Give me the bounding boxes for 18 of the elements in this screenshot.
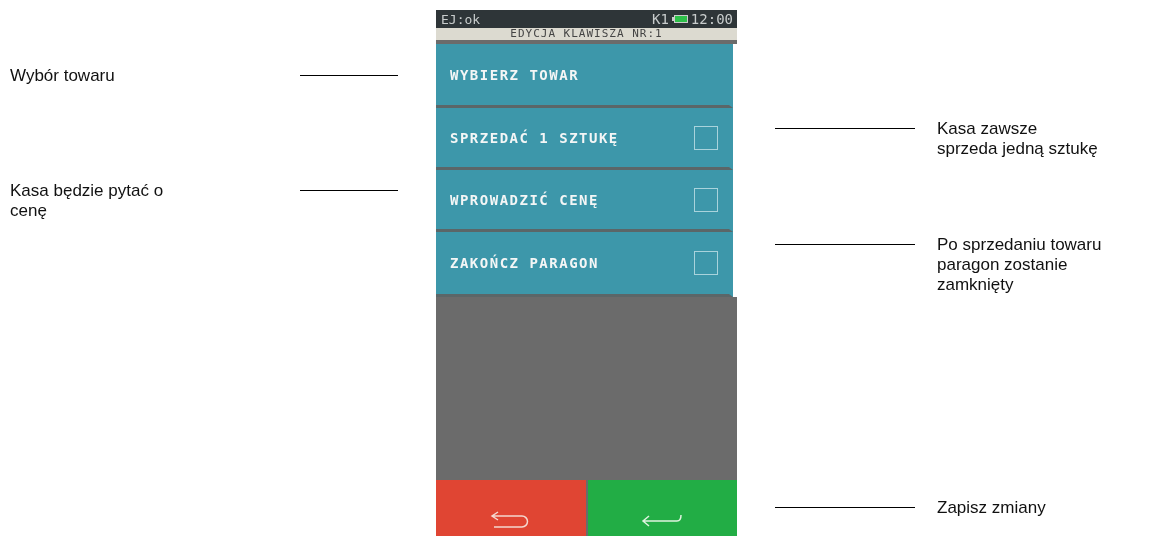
- journal-status: EJ:ok: [441, 11, 481, 27]
- menu-item[interactable]: WYBIERZ TOWAR: [436, 44, 733, 108]
- annotation-text: Kasa zawsze sprzeda jedną sztukę: [937, 119, 1098, 159]
- annotation-text: Po sprzedaniu towaru paragon zostanie zamknięty: [937, 234, 1102, 295]
- clock: 12:00: [690, 11, 733, 27]
- menu-item[interactable]: SPRZEDAĆ 1 SZTUKĘ: [436, 108, 733, 170]
- annotation-text: Wybór towaru: [10, 66, 116, 86]
- menu-item[interactable]: ZAKOŃCZ PARAGON: [436, 232, 733, 297]
- menu-item[interactable]: WPROWADZIĆ CENĘ: [436, 170, 733, 232]
- checkbox[interactable]: [694, 125, 718, 150]
- checkbox[interactable]: [694, 187, 718, 212]
- battery-icon: [671, 15, 688, 23]
- annotation-text: Zapisz zmiany: [937, 498, 1046, 518]
- screen-header: EDYCJA KLAWISZA NR:1: [436, 28, 737, 40]
- register-label: K1: [652, 11, 669, 27]
- back-button[interactable]: [436, 480, 586, 536]
- checkbox[interactable]: [694, 251, 718, 275]
- annotation-text: Kasa będzie pytać o cenę: [10, 181, 165, 221]
